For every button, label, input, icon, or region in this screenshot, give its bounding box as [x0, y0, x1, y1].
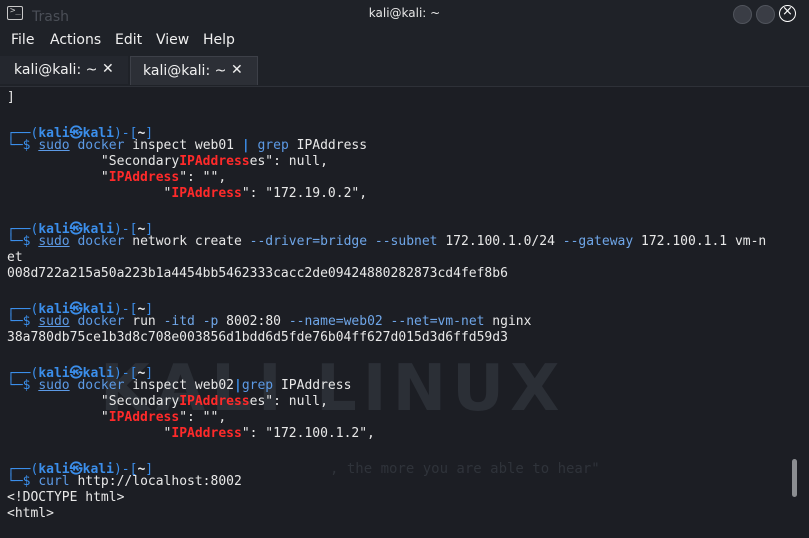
- close-icon: ×: [782, 4, 793, 19]
- command-line: └─$ curl http://localhost:8002: [7, 474, 242, 489]
- command-line: └─$ sudo docker run -itd -p 8002:80 --na…: [7, 314, 532, 329]
- kali-tagline: , the more you are able to hear": [330, 461, 600, 477]
- tab-close-icon[interactable]: ✕: [231, 62, 243, 78]
- output-line: <!DOCTYPE html>: [7, 490, 125, 505]
- menu-file[interactable]: File: [11, 32, 34, 48]
- menu-actions[interactable]: Actions: [50, 32, 101, 48]
- terminal-output[interactable]: KALI LINUX , the more you are able to he…: [0, 87, 788, 538]
- terminal-line: ]: [7, 90, 15, 105]
- output-line: "IPAddress": "172.19.0.2",: [7, 186, 368, 201]
- minimize-button[interactable]: [733, 5, 752, 24]
- title-bar: >_ Trash kali@kali: ~ ×: [0, 0, 809, 28]
- command-line: └─$ sudo docker network create --driver=…: [7, 234, 767, 249]
- menu-help[interactable]: Help: [203, 32, 235, 48]
- output-line: "SecondaryIPAddresses": null,: [7, 154, 328, 169]
- tab-terminal-2[interactable]: kali@kali: ~ ✕: [130, 56, 258, 85]
- output-line: 38a780db75ce1b3d8c708e003856d1bdd6d5fde7…: [7, 330, 508, 345]
- output-line: "IPAddress": "172.100.1.2",: [7, 426, 375, 441]
- output-line: "IPAddress": "",: [7, 170, 227, 185]
- close-window-button[interactable]: ×: [779, 4, 796, 22]
- menu-view[interactable]: View: [156, 32, 189, 48]
- command-wrap-line: et: [7, 250, 23, 265]
- command-line: └─$ sudo docker inspect web02|grep IPAdd…: [7, 378, 352, 393]
- window-title: kali@kali: ~: [368, 6, 441, 20]
- menu-edit[interactable]: Edit: [115, 32, 142, 48]
- output-line: "IPAddress": "",: [7, 410, 227, 425]
- output-line: <html>: [7, 506, 54, 521]
- scrollbar-thumb[interactable]: [792, 459, 797, 497]
- tab-label: kali@kali: ~: [143, 63, 227, 79]
- tab-label: kali@kali: ~: [14, 62, 98, 78]
- tab-bar: kali@kali: ~ ✕ kali@kali: ~ ✕: [0, 54, 809, 87]
- tab-close-icon[interactable]: ✕: [102, 61, 114, 77]
- output-line: 008d722a215a50a223b1a4454bb5462333cacc2d…: [7, 266, 508, 281]
- command-line: └─$ sudo docker inspect web01 | grep IPA…: [7, 138, 368, 153]
- maximize-button[interactable]: [756, 5, 775, 24]
- tab-terminal-1[interactable]: kali@kali: ~ ✕: [0, 56, 128, 84]
- output-line: "SecondaryIPAddresses": null,: [7, 394, 328, 409]
- menu-bar: File Actions Edit View Help: [0, 28, 809, 54]
